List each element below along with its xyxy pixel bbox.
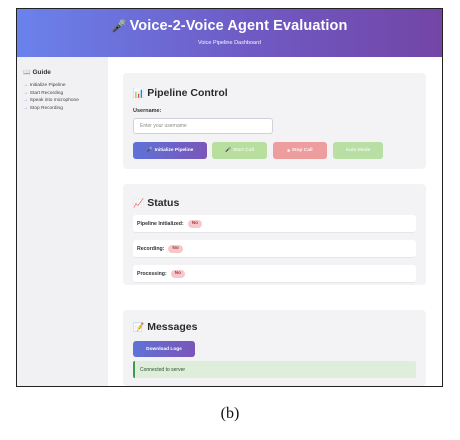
guide-item: → Initialize Pipeline [23,83,66,88]
status-card: 📈 Status Pipeline Initialized: No Recordi… [123,184,426,285]
app-subtitle: Voice Pipeline Dashboard [198,40,261,46]
app-title: Voice-2-Voice Agent Evaluation [129,18,348,34]
start-call-button[interactable]: 🎤 Start Call [212,142,267,159]
bar-chart-icon: 📊 [133,88,145,98]
main-content: 📊Pipeline Control Username: 🎤Initialize … [108,57,442,386]
status-badge: No [187,219,203,228]
guide-item: → Start Recording [23,90,64,96]
arrow-right-icon: → [23,105,28,111]
memo-icon: 📝 [133,322,145,332]
arrow-right-icon: → [23,83,28,88]
messages-card: 📝 Messages Download Logs Connected to ser… [123,310,426,386]
microphone-icon: 🎤 [146,148,153,153]
stop-icon: ⏹ [287,148,290,154]
app-header: 🎤 Voice-2-Voice Agent Evaluation Voice Pi… [17,9,442,57]
microphone-icon: 🎤 [111,19,127,33]
sidebar: 📖 Guide → Initialize Pipeline → Start Recor… [17,57,108,386]
line-chart-icon: 📈 [133,198,145,208]
status-title: Status [147,197,180,209]
figure-caption: (b) [220,405,240,422]
stop-call-button[interactable]: ⏹ Stop Call [273,142,327,159]
arrow-right-icon: → [23,98,28,104]
pipeline-title: Pipeline Control [147,87,228,99]
status-row-recording: Recording: No [133,240,416,258]
guide-item: → Speak into microphone [23,98,79,104]
microphone-icon: 🎤 [224,148,231,153]
sidebar-title: Guide [32,69,51,76]
download-logs-button[interactable]: Download Logs [133,341,195,357]
log-message: Connected to server [133,361,416,378]
initialize-pipeline-button[interactable]: 🎤 Initialize Pipeline [133,142,207,159]
book-icon: 📖 [23,70,31,76]
pipeline-control-card: 📊Pipeline Control Username: 🎤Initialize … [123,73,426,169]
status-badge: No [168,244,183,253]
app-window: 🎤 Voice-2-Voice Agent Evaluation Voice Pi… [16,8,443,387]
arrow-right-icon: → [23,90,28,96]
auto-mode-button[interactable]: Auto Mode [333,142,383,159]
username-label: Username: [133,108,162,114]
guide-item: → Stop Recording [23,105,63,111]
status-badge: No [170,269,186,278]
status-row-pipeline: Pipeline Initialized: No [133,215,416,233]
messages-title: Messages [147,321,198,333]
status-row-processing: Processing: No [133,265,416,283]
username-input[interactable] [133,118,273,134]
guide-list: → Initialize Pipeline → Start Recording → S… [23,82,102,112]
